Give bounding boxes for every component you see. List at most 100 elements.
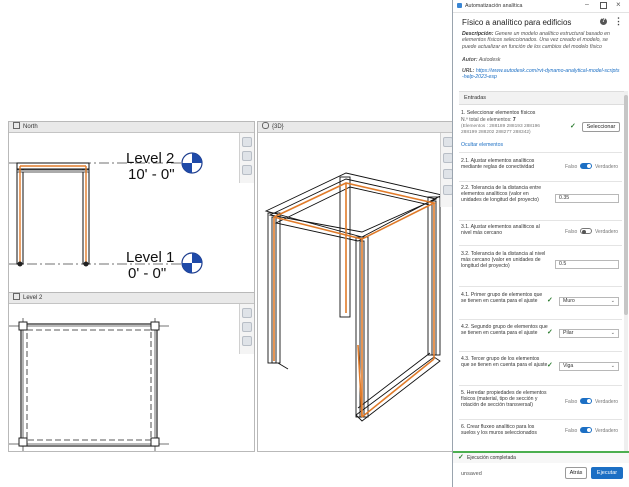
row-4-3-label: 4.3. Tercer grupo de los elementos que s… [461, 356, 548, 369]
row-2-1-label: 2.1. Ajustar elementos analíticos median… [461, 158, 535, 171]
minimize-icon[interactable]: – [585, 1, 589, 8]
maximize-icon[interactable] [600, 2, 607, 9]
group-3-select[interactable]: Viga ⌄ [559, 362, 619, 371]
group-2-value: Pilar [563, 330, 574, 336]
north-elevation-view[interactable]: North Level 2 10' - 0" Level 1 0' - 0" [8, 121, 255, 293]
hide-elements-link[interactable]: Ocultar elementos [461, 142, 503, 148]
status-text: Ejecución completada [467, 455, 516, 461]
app-icon [457, 3, 462, 8]
check-icon: ✓ [547, 329, 553, 336]
input-row-3-1: 3.1. Ajustar elementos analíticos al niv… [459, 221, 622, 246]
zoom-icon[interactable] [242, 151, 252, 161]
level-2-marker-icon[interactable] [181, 152, 203, 174]
help-icon[interactable]: ? [600, 18, 607, 25]
toggle-5[interactable] [580, 398, 592, 404]
input-row-3-2: 3.2. Tolerancia de la distancia al nivel… [459, 248, 622, 287]
level-2-plan-view[interactable]: Level 2 [8, 292, 255, 452]
toggle-on-label: Verdadero [595, 399, 619, 405]
check-icon: ✓ [547, 297, 553, 304]
step1-label: 1. Seleccionar elementos físicos [461, 110, 536, 116]
level-tolerance-input[interactable]: 0.5 [555, 260, 619, 269]
panel-titlebar: Automatización analítica – × [453, 0, 629, 13]
toggle-2-1[interactable] [580, 163, 592, 169]
chevron-down-icon: ⌄ [610, 330, 615, 336]
row-2-2-label: 2.2. Tolerancia de la distancia entre el… [461, 185, 542, 204]
element-ids: (Elementos : 288189 288193 288196 288199… [461, 124, 540, 135]
url-link[interactable]: https://www.autodesk.com/rvt-dynamo-anal… [462, 68, 619, 80]
status-check-icon: ✓ [458, 454, 464, 461]
view-tab-north[interactable]: North [9, 122, 254, 133]
more-options-icon[interactable]: ⋮ [614, 16, 623, 27]
view-tab-level-2[interactable]: Level 2 [9, 293, 254, 304]
input-row-6: 6. Crear fluxeo analítico para los suelo… [459, 421, 622, 447]
toggle-on-label: Verdadero [595, 164, 619, 170]
group-3-value: Viga [563, 363, 574, 369]
input-row-4-3: 4.3. Tercer grupo de los elementos que s… [459, 353, 622, 386]
author-value: Autodesk [478, 57, 501, 63]
navigation-bar [239, 133, 254, 183]
view-tab-label: {3D} [272, 124, 284, 130]
group-2-select[interactable]: Pilar ⌄ [559, 329, 619, 338]
view-tab-icon [262, 122, 269, 129]
script-author: Autor: Autodesk [462, 57, 500, 63]
zoom-icon[interactable] [242, 322, 252, 332]
run-button[interactable]: Ejecutar [591, 467, 623, 479]
row-5-label: 5. Heredar propiedades de elementos físi… [461, 390, 547, 409]
input-row-4-2: 4.2. Segundo grupo de elementos que se t… [459, 321, 622, 352]
view-tab-icon [13, 122, 20, 129]
chevron-down-icon: ⌄ [610, 363, 615, 369]
row-6-label: 6. Crear fluxeo analítico para los suelo… [461, 424, 537, 437]
element-count-label: N.º total de elementos: [461, 117, 512, 123]
back-button[interactable]: Atrás [565, 467, 587, 479]
inputs-section-label: Entradas [464, 95, 487, 101]
level-2-elevation: 10' - 0" [128, 166, 175, 183]
pan-icon[interactable] [242, 336, 252, 346]
element-count-value: 7 [512, 117, 516, 123]
pan-icon[interactable] [242, 165, 252, 175]
view-tab-3d[interactable]: {3D} [258, 122, 455, 133]
level-1-elevation: 0' - 0" [128, 265, 167, 282]
script-title: Físico a analítico para edificios [462, 18, 572, 27]
navigation-bar [239, 304, 254, 354]
toggle-off-label: Falso [565, 399, 578, 405]
check-icon: ✓ [547, 362, 553, 369]
status-bar: ✓ Ejecución completada [453, 451, 629, 463]
toggle-off-label: Falso [565, 428, 578, 434]
toggle-on-label: Verdadero [595, 428, 619, 434]
level-1-marker-icon[interactable] [181, 252, 203, 274]
level-2-name: Level 2 [126, 150, 175, 167]
steering-wheel-icon[interactable] [242, 308, 252, 318]
scrollbar-thumb[interactable] [624, 95, 628, 315]
plan-drawing [9, 318, 169, 451]
url-label: URL: [462, 68, 475, 74]
toggle-off-label: Falso [565, 164, 578, 170]
toggle-3-1[interactable] [580, 228, 592, 234]
input-row-select-elements: 1. Seleccionar elementos físicos N.º tot… [459, 107, 622, 153]
elevation-drawing [9, 162, 194, 267]
description-label: Descripción: [462, 31, 494, 37]
3d-model-drawing [264, 172, 444, 422]
inputs-section-header[interactable]: Entradas [459, 91, 624, 105]
row-4-1-label: 4.1. Primer grupo de elementos que se ti… [461, 292, 543, 305]
input-row-2-2: 2.2. Tolerancia de la distancia entre el… [459, 182, 622, 221]
toggle-6[interactable] [580, 427, 592, 433]
3d-view[interactable]: {3D} [257, 121, 456, 452]
distance-tolerance-input[interactable]: 0.35 [555, 194, 619, 203]
view-tab-label: North [23, 124, 38, 130]
scrollbar[interactable] [624, 91, 628, 451]
close-icon[interactable]: × [616, 0, 621, 9]
window-title: Automatización analítica [465, 3, 523, 9]
toggle-off-label: Falso [565, 229, 578, 235]
input-row-2-1: 2.1. Ajustar elementos analíticos median… [459, 155, 622, 182]
view-tab-label: Level 2 [23, 295, 43, 301]
footer-state: unsaved [461, 471, 482, 477]
toggle-on-label: Verdadero [595, 229, 619, 235]
author-label: Autor: [462, 57, 478, 63]
input-row-5: 5. Heredar propiedades de elementos físi… [459, 387, 622, 420]
input-row-4-1: 4.1. Primer grupo de elementos que se ti… [459, 289, 622, 320]
group-1-select[interactable]: Muro ⌄ [559, 297, 619, 306]
select-button[interactable]: Seleccionar [582, 122, 620, 132]
script-description: Descripción: Genere un modelo analítico … [462, 31, 620, 50]
script-url: URL: https://www.autodesk.com/rvt-dynamo… [462, 68, 620, 81]
steering-wheel-icon[interactable] [242, 137, 252, 147]
